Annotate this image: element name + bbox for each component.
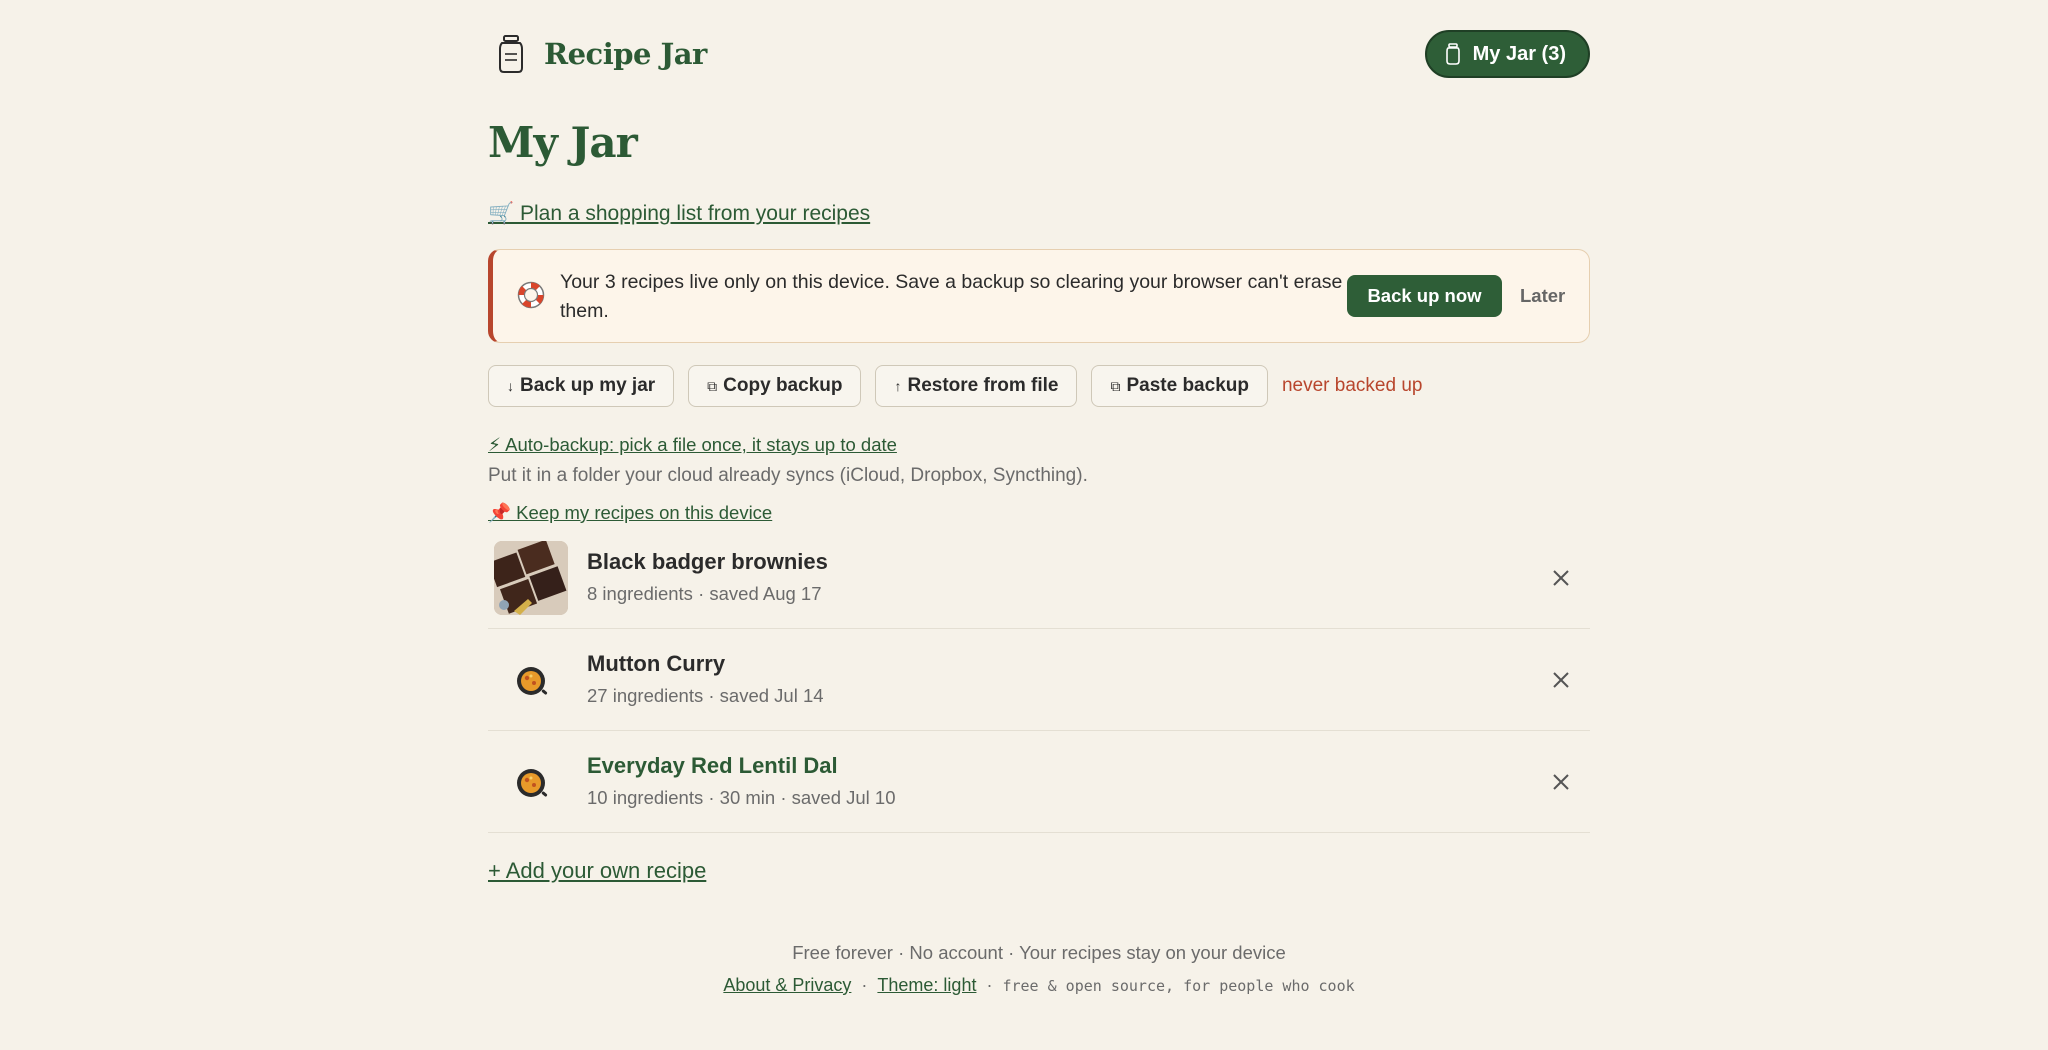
paste-backup-label: Paste backup	[1126, 375, 1249, 396]
footer-links: About & Privacy · Theme: light · free & open…	[488, 975, 1590, 996]
open-source-note: free & open source, for people who cook	[1002, 977, 1355, 995]
paste-backup-button[interactable]: ⧉ Paste backup	[1091, 365, 1268, 407]
auto-backup-link[interactable]: ⚡ Auto-backup: pick a file once, it stay…	[488, 434, 897, 456]
recipe-row[interactable]: Mutton Curry 27 ingredients · saved Jul …	[488, 629, 1590, 731]
download-icon: ↓	[507, 378, 514, 394]
my-jar-label: My Jar (3)	[1472, 42, 1566, 65]
recipe-title: Black badger brownies	[587, 549, 828, 574]
copy-icon: ⧉	[707, 377, 718, 394]
copy-backup-button[interactable]: ⧉ Copy backup	[688, 365, 862, 407]
backup-warning-banner: Your 3 recipes live only on this device.…	[488, 249, 1590, 343]
back-up-my-jar-label: Back up my jar	[520, 375, 656, 396]
page-title: My Jar	[488, 118, 638, 167]
pan-icon	[517, 769, 548, 797]
footer-separator: ·	[861, 975, 868, 995]
theme-toggle-link[interactable]: Theme: light	[877, 975, 976, 995]
header: Recipe Jar My Jar (3)	[488, 30, 1590, 80]
recipe-row[interactable]: Black badger brownies 8 ingredients · sa…	[488, 527, 1590, 629]
footer-separator: ·	[986, 975, 993, 995]
keep-on-device-link[interactable]: 📌 Keep my recipes on this device	[488, 502, 772, 524]
upload-icon: ↑	[894, 378, 902, 394]
copy-backup-label: Copy backup	[723, 375, 843, 396]
my-jar-button[interactable]: My Jar (3)	[1424, 30, 1590, 78]
plan-shopping-list-link[interactable]: 🛒 Plan a shopping list from your recipes	[488, 202, 870, 226]
restore-from-file-label: Restore from file	[907, 375, 1059, 396]
about-privacy-link[interactable]: About & Privacy	[723, 975, 851, 995]
later-button[interactable]: Later	[1520, 275, 1565, 317]
recipe-title: Everyday Red Lentil Dal	[587, 753, 838, 778]
backup-actions: ↓ Back up my jar ⧉ Copy backup ↑ Restore…	[488, 365, 1422, 407]
paste-icon: ⧉	[1110, 377, 1121, 394]
brand-name: Recipe Jar	[544, 37, 707, 71]
close-icon[interactable]	[1546, 767, 1576, 797]
auto-backup-hint: Put it in a folder your cloud already sy…	[488, 465, 1088, 486]
jar-icon	[499, 35, 523, 73]
recipe-meta: 10 ingredients · 30 min · saved Jul 10	[587, 787, 896, 808]
back-up-now-button[interactable]: Back up now	[1347, 275, 1502, 317]
close-icon[interactable]	[1546, 665, 1576, 695]
add-recipe-link[interactable]: + Add your own recipe	[488, 858, 706, 884]
brownie-photo	[494, 541, 568, 615]
backup-status: never backed up	[1281, 375, 1423, 396]
footer-tagline: Free forever · No account · Your recipes…	[792, 942, 1286, 963]
restore-from-file-button[interactable]: ↑ Restore from file	[875, 365, 1078, 407]
recipe-title: Mutton Curry	[587, 651, 726, 676]
recipe-row[interactable]: Everyday Red Lentil Dal 10 ingredients ·…	[488, 731, 1590, 833]
brand[interactable]: Recipe Jar	[496, 34, 707, 74]
jar-icon	[1445, 43, 1460, 65]
banner-message: Your 3 recipes live only on this device.…	[560, 271, 1343, 322]
recipe-meta: 27 ingredients · saved Jul 14	[587, 685, 824, 706]
pan-icon	[517, 667, 548, 695]
recipe-list: Black badger brownies 8 ingredients · sa…	[488, 527, 1590, 833]
close-icon[interactable]	[1546, 563, 1576, 593]
back-up-my-jar-button[interactable]: ↓ Back up my jar	[488, 365, 675, 407]
recipe-meta: 8 ingredients · saved Aug 17	[587, 583, 822, 604]
lifebuoy-icon	[517, 281, 545, 309]
